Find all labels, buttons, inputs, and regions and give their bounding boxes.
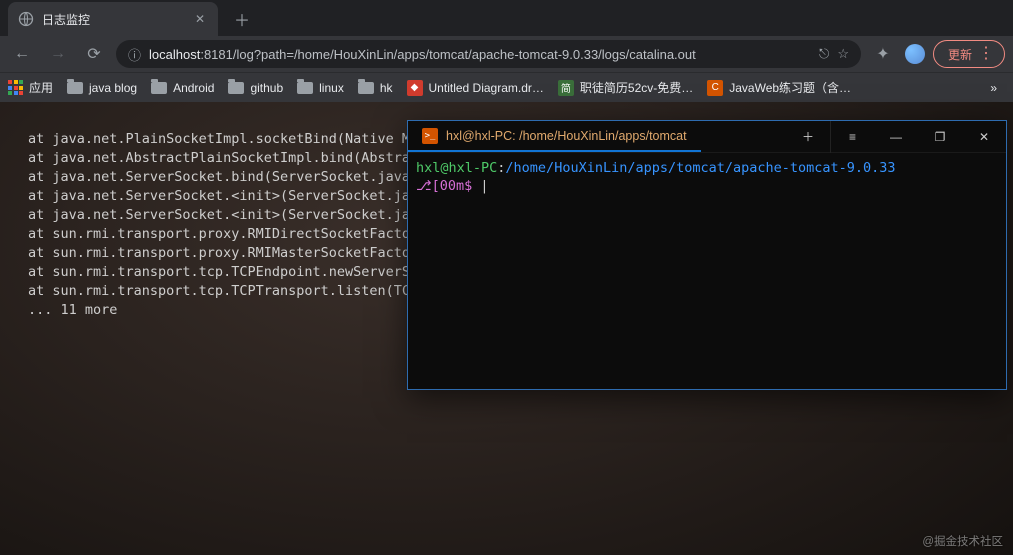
folder-icon <box>297 82 313 94</box>
terminal-titlebar[interactable]: >_ hxl@hxl-PC: /home/HouXinLin/apps/tomc… <box>408 121 1006 153</box>
site-favicon: ◆ <box>407 80 423 96</box>
browser-tabstrip: 日志监控 ✕ ＋ <box>0 0 1013 36</box>
folder-icon <box>228 82 244 94</box>
bookmarks-bar: 应用 java blog Android github linux hk ◆ Untitle… <box>0 72 1013 102</box>
folder-icon <box>67 82 83 94</box>
update-button[interactable]: 更新 ⋮ <box>933 40 1005 68</box>
bookmark-label: Untitled Diagram.dr… <box>429 81 544 95</box>
terminal-minimize-button[interactable]: — <box>874 121 918 153</box>
terminal-maximize-button[interactable]: ❐ <box>918 121 962 153</box>
folder-icon <box>151 82 167 94</box>
omnibox-url: localhost:8181/log?path=/home/HouXinLin/… <box>149 47 811 62</box>
bookmark-item-3[interactable]: linux <box>297 81 344 95</box>
back-button[interactable]: ← <box>8 40 36 68</box>
bookmark-item-6[interactable]: 简职徒简历52cv-免费… <box>558 79 693 96</box>
terminal-window: >_ hxl@hxl-PC: /home/HouXinLin/apps/tomc… <box>407 120 1007 390</box>
reload-button[interactable]: ⟳ <box>80 40 108 68</box>
bookmarks-overflow-icon[interactable]: » <box>982 81 1005 95</box>
bookmark-item-2[interactable]: github <box>228 81 283 95</box>
bookmark-label: java blog <box>89 81 137 95</box>
bookmark-item-5[interactable]: ◆ Untitled Diagram.dr… <box>407 80 544 96</box>
tab-close-icon[interactable]: ✕ <box>192 12 208 26</box>
translate-icon[interactable]: ⎋ <box>819 46 829 62</box>
terminal-prompt-line1: hxl@hxl-PC:/home/HouXinLin/apps/tomcat/a… <box>416 159 998 177</box>
menu-dots-icon[interactable]: ⋮ <box>978 46 994 62</box>
site-info-icon[interactable]: ⓘ <box>128 45 141 64</box>
browser-tab-active[interactable]: 日志监控 ✕ <box>8 2 218 36</box>
bookmark-item-1[interactable]: Android <box>151 81 214 95</box>
bookmark-item-4[interactable]: hk <box>358 81 393 95</box>
omnibox[interactable]: ⓘ localhost:8181/log?path=/home/HouXinLi… <box>116 40 861 68</box>
bookmark-label: Android <box>173 81 214 95</box>
forward-button[interactable]: → <box>44 40 72 68</box>
terminal-new-tab-button[interactable]: ＋ <box>786 121 830 153</box>
browser-toolbar: ← → ⟳ ⓘ localhost:8181/log?path=/home/Ho… <box>0 36 1013 72</box>
apps-label: 应用 <box>29 79 53 96</box>
globe-icon <box>18 11 34 27</box>
bookmark-item-0[interactable]: java blog <box>67 81 137 95</box>
folder-icon <box>358 82 374 94</box>
terminal-tab-active[interactable]: >_ hxl@hxl-PC: /home/HouXinLin/apps/tomc… <box>408 121 701 152</box>
profile-avatar[interactable] <box>905 44 925 64</box>
extensions-icon[interactable]: ✦ <box>869 40 897 68</box>
site-favicon: 简 <box>558 80 574 96</box>
bookmark-star-icon[interactable]: ☆ <box>837 46 849 62</box>
apps-grid-icon <box>8 80 23 95</box>
terminal-menu-icon[interactable]: ≡ <box>830 121 874 153</box>
terminal-body[interactable]: hxl@hxl-PC:/home/HouXinLin/apps/tomcat/a… <box>408 153 1006 201</box>
bookmark-item-7[interactable]: C JavaWeb练习题（含… <box>707 79 851 96</box>
terminal-tab-title: hxl@hxl-PC: /home/HouXinLin/apps/tomcat <box>446 129 687 143</box>
terminal-prompt-line2: ⎇[00m$ | <box>416 177 998 195</box>
watermark-text: @掘金技术社区 <box>922 533 1003 549</box>
apps-shortcut[interactable]: 应用 <box>8 79 53 96</box>
bookmark-label: github <box>250 81 283 95</box>
new-tab-button[interactable]: ＋ <box>228 5 256 33</box>
site-favicon: C <box>707 80 723 96</box>
tab-title: 日志监控 <box>42 11 184 28</box>
bookmark-label: linux <box>319 81 344 95</box>
bookmark-label: hk <box>380 81 393 95</box>
update-label: 更新 <box>948 46 972 63</box>
terminal-icon: >_ <box>422 128 438 144</box>
terminal-close-button[interactable]: ✕ <box>962 121 1006 153</box>
bookmark-label: JavaWeb练习题（含… <box>729 79 851 96</box>
bookmark-label: 职徒简历52cv-免费… <box>580 79 693 96</box>
